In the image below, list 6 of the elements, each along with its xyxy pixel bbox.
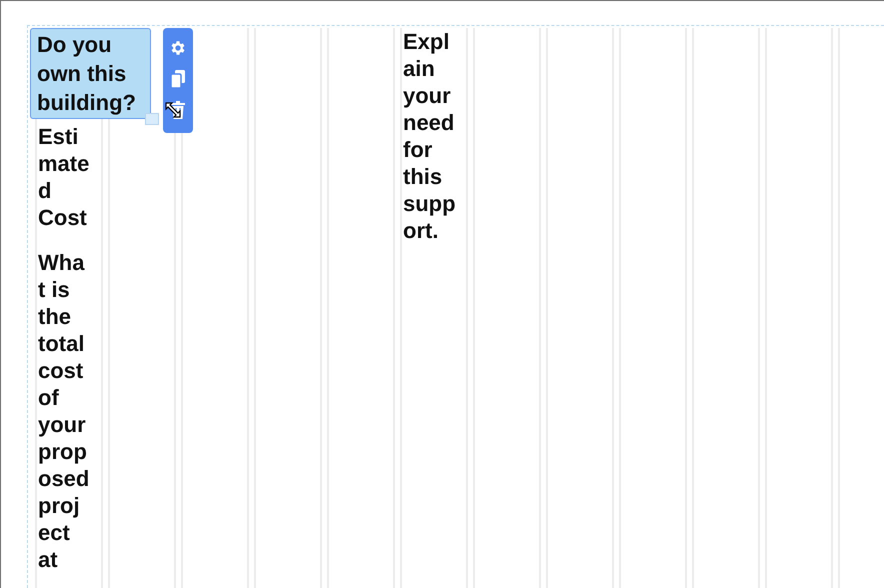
resize-handle[interactable] [145, 113, 159, 125]
resize-cursor-icon [165, 102, 183, 120]
field-label[interactable]: Explain your need for this support. [403, 28, 456, 244]
field-label[interactable]: What is the total cost of your proposed project at [38, 249, 91, 573]
selected-field[interactable]: Do you own this building? [30, 28, 151, 119]
field-label[interactable]: Estimated Cost [38, 123, 91, 231]
